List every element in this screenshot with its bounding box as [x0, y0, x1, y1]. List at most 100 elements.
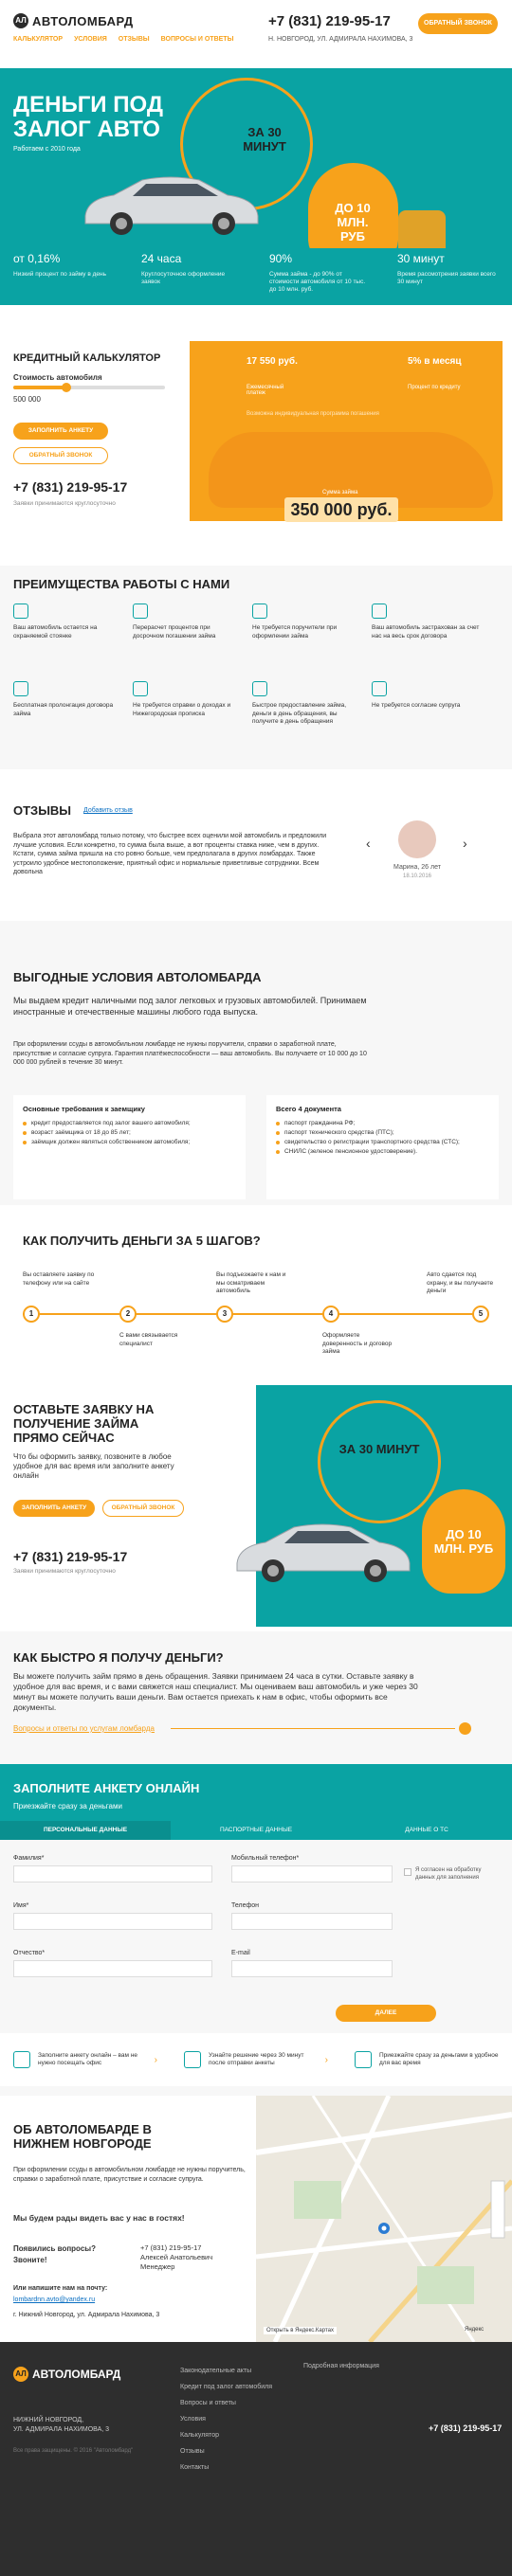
- nav-item-faq[interactable]: ВОПРОСЫ И ОТВЕТЫ: [161, 36, 234, 43]
- benefit-text: Узнайте решение через 30 минут после отп…: [209, 2051, 304, 2067]
- monthly-payment: 17 550 руб.: [247, 356, 298, 367]
- review-prev-arrow[interactable]: ‹: [366, 836, 371, 851]
- advantage-item: Ваш автомобиль застрахован за счет нас н…: [372, 603, 491, 660]
- arrow-right-icon[interactable]: [459, 1722, 471, 1735]
- mobile-phone-field[interactable]: [231, 1865, 393, 1882]
- reviewer-avatar: [398, 820, 436, 858]
- advantage-item: Быстрое предоставление займа, деньги в д…: [252, 681, 372, 738]
- review-next-arrow[interactable]: ›: [463, 836, 467, 851]
- header-address: Н. НОВГОРОД, УЛ. АДМИРАЛА НАХИМОВА, 3: [268, 36, 413, 43]
- header-phone[interactable]: +7 (831) 219-95-17: [268, 13, 391, 29]
- advantage-item: Бесплатная пролонгация договора займа: [13, 681, 133, 738]
- loan-sum-label: Сумма займа: [322, 490, 358, 495]
- steps-section: КАК ПОЛУЧИТЬ ДЕНЬГИ ЗА 5 ШАГОВ? Вы остав…: [0, 1205, 512, 1376]
- patronymic-field[interactable]: [13, 1960, 212, 1977]
- apply-button[interactable]: ЗАПОЛНИТЬ АНКЕТУ: [13, 423, 108, 440]
- callback-button[interactable]: ОБРАТНЫЙ ЗВОНОК: [13, 447, 108, 464]
- logo-text[interactable]: АВТОЛОМБАРД: [32, 14, 134, 28]
- email-link[interactable]: lombardnn.avto@yandex.ru: [13, 2297, 95, 2303]
- hero-title: ДЕНЬГИ ПОД ЗАЛОГ АВТО: [13, 92, 163, 142]
- apply-title: ОСТАВЬТЕ ЗАЯВКУ НА ПОЛУЧЕНИЕ ЗАЙМА ПРЯМО…: [13, 1402, 155, 1445]
- last-name-label: Фамилия*: [13, 1855, 45, 1862]
- person-icon: [372, 681, 387, 696]
- footer-logo[interactable]: АВТОЛОМБАРД: [32, 2368, 120, 2381]
- percent-icon: [133, 603, 148, 619]
- advantage-item: Не требуется справки о доходах и Нижегор…: [133, 681, 252, 738]
- step-text: Оформляете доверенность и договор займа: [322, 1332, 393, 1355]
- advantage-text: Не требуется справки о доходах и Нижегор…: [133, 702, 231, 717]
- car-cost-label: Стоимость автомобиля: [13, 373, 102, 382]
- footer-link[interactable]: Калькулятор: [180, 2427, 272, 2443]
- footer-link[interactable]: Отзывы: [180, 2443, 272, 2459]
- calculator-title: КРЕДИТНЫЙ КАЛЬКУЛЯТОР: [13, 352, 161, 364]
- callback-button[interactable]: ОБРАТНЫЙ ЗВОНОК: [418, 13, 498, 34]
- logo-mark[interactable]: АЛ: [13, 13, 28, 28]
- footer-link[interactable]: Контакты: [180, 2459, 272, 2476]
- phone-note: Заявки принимаются круглосуточно: [13, 500, 116, 507]
- first-name-field[interactable]: [13, 1913, 212, 1930]
- nav-item-reviews[interactable]: ОТЗЫВЫ: [119, 36, 150, 43]
- footer-address: НИЖНИЙ НОВГОРОД, УЛ. АДМИРАЛА НАХИМОВА, …: [13, 2416, 109, 2435]
- calculator-phone[interactable]: +7 (831) 219-95-17: [13, 479, 165, 495]
- conditions-paragraph: При оформлении ссуды в автомобильном лом…: [13, 1041, 367, 1066]
- hero-subtitle: Работаем с 2010 года: [13, 146, 81, 153]
- open-map-link[interactable]: Открыть в Яндекс.Картах: [264, 2327, 337, 2334]
- mail-label: Или напишите нам на почту:: [13, 2285, 108, 2292]
- nav-item-calculator[interactable]: КАЛЬКУЛЯТОР: [13, 36, 63, 43]
- calculator-section: КРЕДИТНЫЙ КАЛЬКУЛЯТОР Стоимость автомоби…: [0, 305, 512, 566]
- car-illustration: [84, 176, 259, 235]
- email-label: E-mail: [231, 1950, 250, 1956]
- about-phone[interactable]: +7 (831) 219-95-17: [140, 2243, 212, 2253]
- stat-desc: Время рассмотрения заявки всего 30 минут: [397, 271, 496, 285]
- tab-personal-data[interactable]: ПЕРСОНАЛЬНЫЕ ДАННЫЕ: [0, 1821, 171, 1840]
- documents-box: Всего 4 документа паспорт гражданина РФ;…: [266, 1095, 499, 1199]
- arrow-right-icon: ›: [324, 2054, 328, 2065]
- call-text: Звоните!: [13, 2256, 47, 2264]
- requirement-item: возраст заёмщика от 18 до 85 лет;: [23, 1128, 236, 1138]
- footer-link[interactable]: Вопросы и ответы: [180, 2395, 272, 2411]
- footer-link[interactable]: Законодательные акты: [180, 2363, 272, 2379]
- apply-phone[interactable]: +7 (831) 219-95-17: [13, 1549, 184, 1564]
- tab-vehicle-data[interactable]: ДАННЫЕ О ТС: [341, 1821, 512, 1840]
- document-item: паспорт технического средства (ПТС);: [276, 1128, 489, 1138]
- loan-sum: 350 000 руб.: [284, 497, 398, 522]
- faq-section: КАК БЫСТРО Я ПОЛУЧУ ДЕНЬГИ? Вы можете по…: [0, 1631, 512, 1764]
- faq-link[interactable]: Вопросы и ответы по услугам ломбарда: [13, 1724, 155, 1733]
- rate-label: Процент по кредиту: [408, 385, 461, 390]
- callback-button[interactable]: ОБРАТНЫЙ ЗВОНОК: [101, 1500, 184, 1517]
- benefit-text: Заполните анкету онлайн – вам не нужно п…: [38, 2051, 138, 2067]
- first-name-label: Имя*: [13, 1902, 29, 1909]
- clock-icon: [252, 681, 267, 696]
- footer-link-more[interactable]: Подробная информация: [303, 2363, 379, 2369]
- next-button[interactable]: ДАЛЕЕ: [336, 2005, 436, 2022]
- tab-passport-data[interactable]: ПАСПОРТНЫЕ ДАННЫЕ: [171, 1821, 341, 1840]
- computer-icon: [13, 2051, 30, 2068]
- footer-links: Законодательные акты Кредит под залог ав…: [180, 2363, 272, 2476]
- add-review-link[interactable]: Добавить отзыв: [83, 807, 133, 814]
- agree-checkbox[interactable]: [404, 1868, 411, 1876]
- footer-phone[interactable]: +7 (831) 219-95-17: [429, 2423, 502, 2433]
- parking-icon: [13, 603, 28, 619]
- document-icon: [252, 603, 267, 619]
- car-cost-slider[interactable]: [13, 383, 165, 392]
- benefit-text: Приезжайте сразу за деньгами в удобное д…: [379, 2051, 499, 2067]
- agree-text: Я согласен на обработку данных для запол…: [415, 1867, 482, 1881]
- apply-section: ОСТАВЬТЕ ЗАЯВКУ НА ПОЛУЧЕНИЕ ЗАЙМА ПРЯМО…: [0, 1376, 512, 1631]
- last-name-field[interactable]: [13, 1865, 212, 1882]
- slider-handle[interactable]: [62, 383, 71, 392]
- nav-item-conditions[interactable]: УСЛОВИЯ: [74, 36, 107, 43]
- documents-title: Всего 4 документа: [276, 1105, 341, 1113]
- advantage-text: Ваш автомобиль застрахован за счет нас н…: [372, 624, 480, 639]
- footer-street: УЛ. АДМИРАЛА НАХИМОВА, 3: [13, 2426, 110, 2433]
- form-benefits: Заполните анкету онлайн – вам не нужно п…: [0, 2033, 512, 2086]
- calculator-result: 17 550 руб. Ежемесячный платеж 5% в меся…: [190, 341, 503, 522]
- footer-link[interactable]: Кредит под залог автомобиля: [180, 2379, 272, 2395]
- location-map[interactable]: Открыть в Яндекс.Картах Яндекс: [256, 2096, 512, 2342]
- stat-value: от 0,16%: [13, 252, 61, 265]
- footer-link[interactable]: Условия: [180, 2411, 272, 2427]
- footer-logo-mark[interactable]: АЛ: [13, 2367, 28, 2382]
- apply-button[interactable]: ЗАПОЛНИТЬ АНКЕТУ: [13, 1500, 95, 1517]
- step-number: 1: [23, 1306, 40, 1323]
- email-field[interactable]: [231, 1960, 393, 1977]
- phone-field[interactable]: [231, 1913, 393, 1930]
